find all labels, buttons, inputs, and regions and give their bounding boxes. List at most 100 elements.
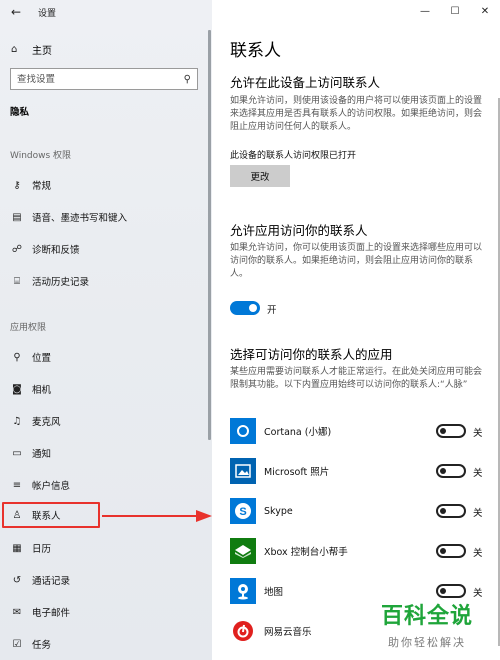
sidebar-item-activity-history[interactable]: ⌸ 活动历史记录 — [0, 268, 212, 294]
email-icon: ✉ — [12, 606, 22, 618]
netease-music-icon — [230, 618, 256, 644]
section-choose-apps-heading: 选择可访问你的联系人的应用 — [230, 347, 393, 362]
location-icon: ⚲ — [13, 351, 21, 363]
svg-text:S: S — [239, 506, 246, 518]
call-history-icon: ↺ — [12, 574, 22, 586]
sidebar-item-label: 日历 — [32, 544, 52, 555]
maximize-icon: ☐ — [450, 5, 460, 17]
photos-toggle[interactable] — [436, 464, 466, 478]
microphone-icon: ♫ — [12, 415, 22, 427]
camera-icon: ◙ — [12, 383, 22, 395]
sidebar-item-location[interactable]: ⚲ 位置 — [0, 344, 212, 370]
ink-icon: ▤ — [12, 211, 22, 223]
sidebar-item-label: 通知 — [32, 449, 52, 460]
photos-icon — [230, 458, 256, 484]
section-app-access-description: 如果允许访问，你可以使用该页面上的设置来选择哪些应用可以访问你的联系人。如果拒绝… — [230, 243, 483, 279]
history-icon: ⌸ — [14, 275, 20, 287]
app-name: 地图 — [264, 587, 284, 598]
sidebar-item-notifications[interactable]: ▭ 通知 — [0, 440, 212, 466]
cortana-toggle[interactable] — [436, 424, 466, 438]
search-icon[interactable]: ⚲ — [184, 74, 191, 85]
account-info-icon: ≡ — [12, 479, 22, 491]
sidebar-item-label: 帐户信息 — [32, 481, 71, 492]
app-name: Xbox 控制台小帮手 — [264, 547, 348, 558]
sidebar: ← 设置 ⌂ 主页 ⚲ 隐私 Windows 权限 ⚷ 常规 ▤ 语音、墨迹书写… — [0, 0, 212, 660]
change-button[interactable]: 更改 — [230, 165, 290, 187]
app-name: 网易云音乐 — [264, 627, 312, 638]
back-button[interactable]: ← — [0, 0, 32, 24]
watermark: 百科全说 助你轻松解决 — [362, 598, 492, 650]
sidebar-item-label: 活动历史记录 — [32, 277, 90, 288]
sidebar-item-label: 诊断和反馈 — [32, 245, 80, 256]
maps-toggle[interactable] — [436, 584, 466, 598]
sidebar-item-label: 常规 — [32, 181, 52, 192]
xbox-toggle[interactable] — [436, 544, 466, 558]
watermark-subtitle: 助你轻松解决 — [388, 636, 466, 649]
sidebar-item-label: 任务 — [32, 640, 52, 651]
sidebar-item-label: 麦克风 — [32, 417, 61, 428]
annotation-arrow-icon — [102, 510, 212, 522]
cortana-icon — [230, 418, 256, 444]
app-row-xbox: Xbox 控制台小帮手 关 — [230, 537, 492, 565]
window-controls: — ☐ ✕ — [410, 0, 500, 22]
sidebar-item-call-history[interactable]: ↺ 通话记录 — [0, 567, 212, 593]
minimize-button[interactable]: — — [410, 0, 440, 22]
sidebar-item-account-info[interactable]: ≡ 帐户信息 — [0, 472, 212, 498]
app-row-cortana: Cortana (小娜) 关 — [230, 417, 492, 445]
section-choose-apps-description: 某些应用需要访问联系人才能正常运行。在此处关闭应用可能会限制其功能。以下内置应用… — [230, 367, 483, 390]
feedback-icon: ☍ — [11, 243, 23, 255]
sidebar-item-label: 语音、墨迹书写和键入 — [32, 213, 128, 224]
xbox-icon — [230, 538, 256, 564]
section-device-access-description: 如果允许访问，则使用该设备的用户将可以使用该页面上的设置来选择其应用是否具有联系… — [230, 96, 483, 132]
app-title: 设置 — [38, 8, 57, 19]
page-title: 联系人 — [230, 41, 281, 61]
minimize-icon: — — [420, 5, 430, 17]
group-header-windows: Windows 权限 — [10, 151, 72, 161]
current-section-title: 隐私 — [10, 107, 30, 118]
section-app-access-heading: 允许应用访问你的联系人 — [230, 223, 368, 238]
lock-icon: ⚷ — [13, 179, 21, 191]
titlebar: ← 设置 — [0, 0, 212, 24]
toggle-label: 关 — [473, 508, 483, 519]
toggle-label: 关 — [473, 588, 483, 599]
sidebar-item-camera[interactable]: ◙ 相机 — [0, 376, 212, 402]
tasks-icon: ☑ — [12, 638, 22, 650]
app-row-skype: S Skype 关 — [230, 497, 492, 525]
sidebar-item-label: 相机 — [32, 385, 52, 396]
sidebar-scrollbar[interactable] — [208, 30, 211, 440]
skype-icon: S — [230, 498, 256, 524]
back-arrow-icon: ← — [10, 5, 22, 19]
sidebar-item-microphone[interactable]: ♫ 麦克风 — [0, 408, 212, 434]
device-access-status: 此设备的联系人访问权限已打开 — [230, 151, 357, 161]
search-box[interactable]: ⚲ — [10, 68, 198, 90]
sidebar-item-speech-inking[interactable]: ▤ 语音、墨迹书写和键入 — [0, 204, 212, 230]
main-content: — ☐ ✕ 联系人 允许在此设备上访问联系人 如果允许访问，则使用该设备的用户将… — [212, 0, 500, 660]
group-header-app-permissions: 应用权限 — [10, 323, 47, 333]
home-icon: ⌂ — [11, 43, 18, 55]
search-input[interactable] — [17, 73, 177, 85]
sidebar-item-label: 位置 — [32, 353, 52, 364]
skype-toggle[interactable] — [436, 504, 466, 518]
maps-icon — [230, 578, 256, 604]
app-row-photos: Microsoft 照片 关 — [230, 457, 492, 485]
maximize-button[interactable]: ☐ — [440, 0, 470, 22]
app-name: Cortana (小娜) — [264, 427, 332, 438]
app-access-toggle-label: 开 — [267, 305, 277, 316]
app-access-toggle[interactable] — [230, 301, 260, 315]
section-device-access-heading: 允许在此设备上访问联系人 — [230, 75, 381, 90]
app-name: Skype — [264, 505, 293, 517]
nav-home[interactable]: ⌂ 主页 — [0, 38, 212, 60]
watermark-title: 百科全说 — [380, 604, 473, 629]
toggle-label: 关 — [473, 428, 483, 439]
sidebar-item-email[interactable]: ✉ 电子邮件 — [0, 599, 212, 625]
toggle-label: 关 — [473, 548, 483, 559]
close-button[interactable]: ✕ — [470, 0, 500, 22]
sidebar-item-diagnostics[interactable]: ☍ 诊断和反馈 — [0, 236, 212, 262]
sidebar-item-general[interactable]: ⚷ 常规 — [0, 172, 212, 198]
sidebar-item-tasks[interactable]: ☑ 任务 — [0, 631, 212, 657]
close-icon: ✕ — [480, 5, 490, 17]
sidebar-item-label: 通话记录 — [32, 576, 71, 587]
nav-home-label: 主页 — [32, 45, 52, 57]
app-name: Microsoft 照片 — [264, 467, 330, 478]
sidebar-item-calendar[interactable]: ▦ 日历 — [0, 535, 212, 561]
